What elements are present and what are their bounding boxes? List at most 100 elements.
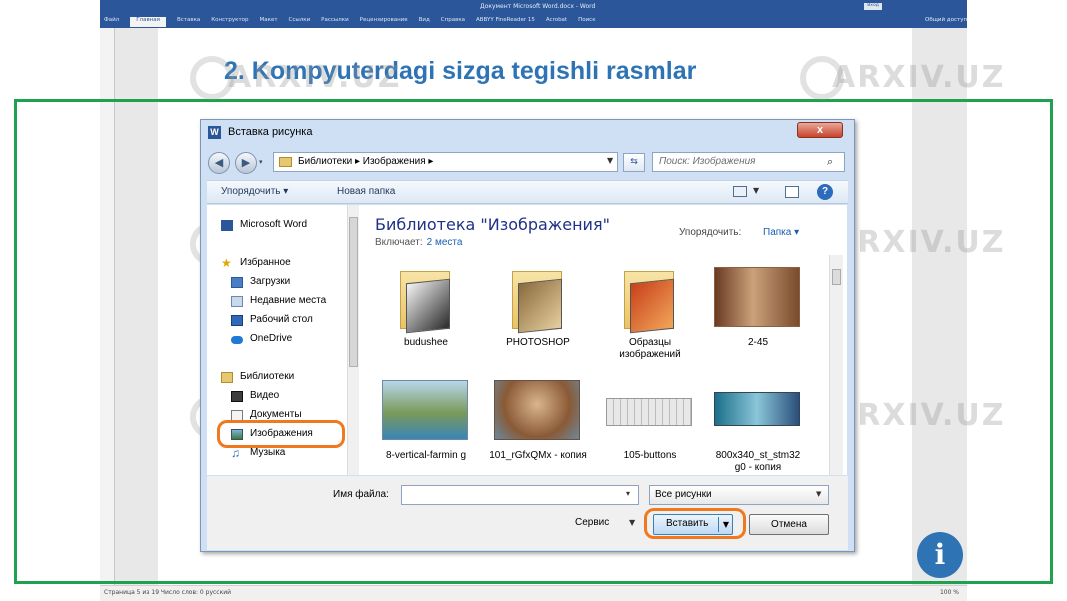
chevron-down-icon: ▼ <box>816 490 822 498</box>
new-folder-button[interactable]: Новая папка <box>337 186 395 197</box>
tab-acrobat[interactable]: Acrobat <box>546 17 567 27</box>
tab-layout[interactable]: Макет <box>260 17 278 27</box>
chevron-down-icon[interactable]: ▼ <box>629 518 635 527</box>
word-icon <box>221 220 233 231</box>
tab-home[interactable]: Главная <box>130 17 166 27</box>
dialog-toolbar: Упорядочить ▾ Новая папка ▼ ? <box>207 180 848 204</box>
organize-button[interactable]: Упорядочить ▾ <box>221 186 288 197</box>
refresh-icon[interactable]: ⇆ <box>623 153 645 172</box>
cancel-button[interactable]: Отмена <box>749 514 829 535</box>
list-item[interactable]: 800x340_st_stm32 g0 - копия <box>709 380 807 490</box>
word-app-icon: W <box>208 126 221 139</box>
list-item[interactable]: 8-vertical-farmin g <box>377 380 475 490</box>
item-label: 2-45 <box>747 337 768 348</box>
item-label: Образцы изображений <box>619 337 681 360</box>
tools-button[interactable]: Сервис <box>575 517 609 528</box>
item-label: budushee <box>404 337 448 348</box>
close-button[interactable]: x <box>797 122 843 138</box>
scroll-thumb[interactable] <box>832 269 841 285</box>
includes-locations-link[interactable]: 2 места <box>427 237 463 248</box>
nav-item-label: OneDrive <box>250 333 293 344</box>
image-thumbnail <box>382 380 468 440</box>
image-thumbnail <box>714 392 800 426</box>
video-icon <box>231 391 243 402</box>
info-icon[interactable]: i <box>917 532 963 578</box>
image-thumbnail <box>606 398 692 426</box>
tab-abbyy[interactable]: ABBYY FineReader 15 <box>476 17 535 27</box>
chevron-down-icon[interactable]: ▼ <box>607 156 613 165</box>
zoom-level[interactable]: 100 % <box>940 589 959 596</box>
list-item[interactable]: Образцы изображений <box>601 267 699 377</box>
search-input[interactable]: Поиск: Изображения ⌕ <box>652 152 845 172</box>
tab-search[interactable]: Поиск <box>578 17 595 27</box>
star-icon: ★ <box>221 256 232 270</box>
chevron-down-icon[interactable]: ▼ <box>753 186 759 195</box>
filename-input[interactable] <box>401 485 639 505</box>
help-icon[interactable]: ? <box>817 184 833 200</box>
cloud-icon <box>231 336 243 344</box>
folder-icon <box>494 267 580 334</box>
address-bar[interactable]: Библиотеки ▸ Изображения ▸ ▼ <box>273 152 618 172</box>
tab-help[interactable]: Справка <box>441 17 465 27</box>
tab-view[interactable]: Вид <box>419 17 430 27</box>
nav-item-label: Документы <box>250 409 302 420</box>
recent-pages-chevron-icon[interactable]: ▾ <box>259 158 263 166</box>
nav-item-label: Рабочий стол <box>250 314 313 325</box>
login-button[interactable]: Вход <box>864 3 882 10</box>
libraries-icon <box>221 372 233 383</box>
nav-item-label: Microsoft Word <box>240 219 308 230</box>
insert-picture-dialog: W Вставка рисунка x ◀ ▶ ▾ Библиотеки ▸ И… <box>200 119 855 552</box>
content-scrollbar[interactable] <box>829 255 843 475</box>
library-includes: Включает: 2 места <box>375 237 462 248</box>
folder-icon <box>382 267 468 334</box>
item-label: 800x340_st_stm32 g0 - копия <box>715 450 801 473</box>
list-item[interactable]: budushee <box>377 267 475 377</box>
list-item[interactable]: 2-45 <box>709 267 807 377</box>
breadcrumb[interactable]: Библиотеки ▸ Изображения ▸ <box>298 156 433 167</box>
image-thumbnail <box>494 380 580 440</box>
item-label: PHOTOSHOP <box>506 337 570 348</box>
arrange-by-label: Упорядочить: <box>679 227 742 238</box>
search-icon[interactable]: ⌕ <box>827 155 833 169</box>
nav-item-label: Избранное <box>240 257 291 268</box>
music-icon: ♫ <box>231 446 240 460</box>
nav-scrollbar[interactable] <box>347 205 359 475</box>
pictures-highlight-annotation <box>217 420 345 448</box>
tab-insert[interactable]: Вставка <box>177 17 200 27</box>
tab-file[interactable]: Файл <box>104 17 119 27</box>
arrange-by-dropdown[interactable]: Папка ▾ <box>763 227 799 238</box>
tab-design[interactable]: Конструктор <box>211 17 248 27</box>
watermark: ARXIV.UZ <box>832 398 1006 433</box>
item-label: 101_rGfxQMx - копия <box>489 450 587 461</box>
downloads-icon <box>231 277 243 288</box>
chevron-down-icon[interactable]: ▾ <box>626 489 630 498</box>
search-placeholder: Поиск: Изображения <box>659 156 756 167</box>
list-item[interactable]: PHOTOSHOP <box>489 267 587 377</box>
image-thumbnail <box>714 267 800 327</box>
item-label: 105-buttons <box>623 450 677 461</box>
back-arrow-icon[interactable]: ◀ <box>208 152 230 174</box>
tab-references[interactable]: Ссылки <box>289 17 311 27</box>
status-page-info: Страница 5 из 19 Число слов: 0 русский <box>104 589 232 596</box>
dialog-bottom-bar: Имя файла: ▾ Все рисунки ▼ Сервис ▼ Вста… <box>207 476 848 550</box>
scroll-thumb[interactable] <box>349 217 358 367</box>
list-item[interactable]: 105-buttons <box>601 380 699 490</box>
watermark: ARXIV.UZ <box>832 60 1006 95</box>
word-window-title: Документ Microsoft Word.docx - Word <box>480 3 596 10</box>
folder-icon <box>606 267 692 334</box>
share-button[interactable]: Общий доступ <box>925 17 967 23</box>
tab-review[interactable]: Рецензирование <box>360 17 408 27</box>
dialog-title: Вставка рисунка <box>228 126 313 138</box>
nav-item-label: Недавние места <box>250 295 327 306</box>
forward-arrow-icon[interactable]: ▶ <box>235 152 257 174</box>
dialog-titlebar[interactable]: W Вставка рисунка x <box>201 120 854 144</box>
tab-mailings[interactable]: Рассылки <box>321 17 349 27</box>
view-options-icon[interactable] <box>733 186 747 197</box>
watermark: ARXIV.UZ <box>832 225 1006 260</box>
file-type-select[interactable]: Все рисунки ▼ <box>649 485 829 505</box>
preview-pane-icon[interactable] <box>785 186 799 198</box>
file-type-value: Все рисунки <box>655 489 712 500</box>
desktop-icon <box>231 315 243 326</box>
library-title: Библиотека "Изображения" <box>375 215 610 234</box>
list-item[interactable]: 101_rGfxQMx - копия <box>489 380 587 490</box>
